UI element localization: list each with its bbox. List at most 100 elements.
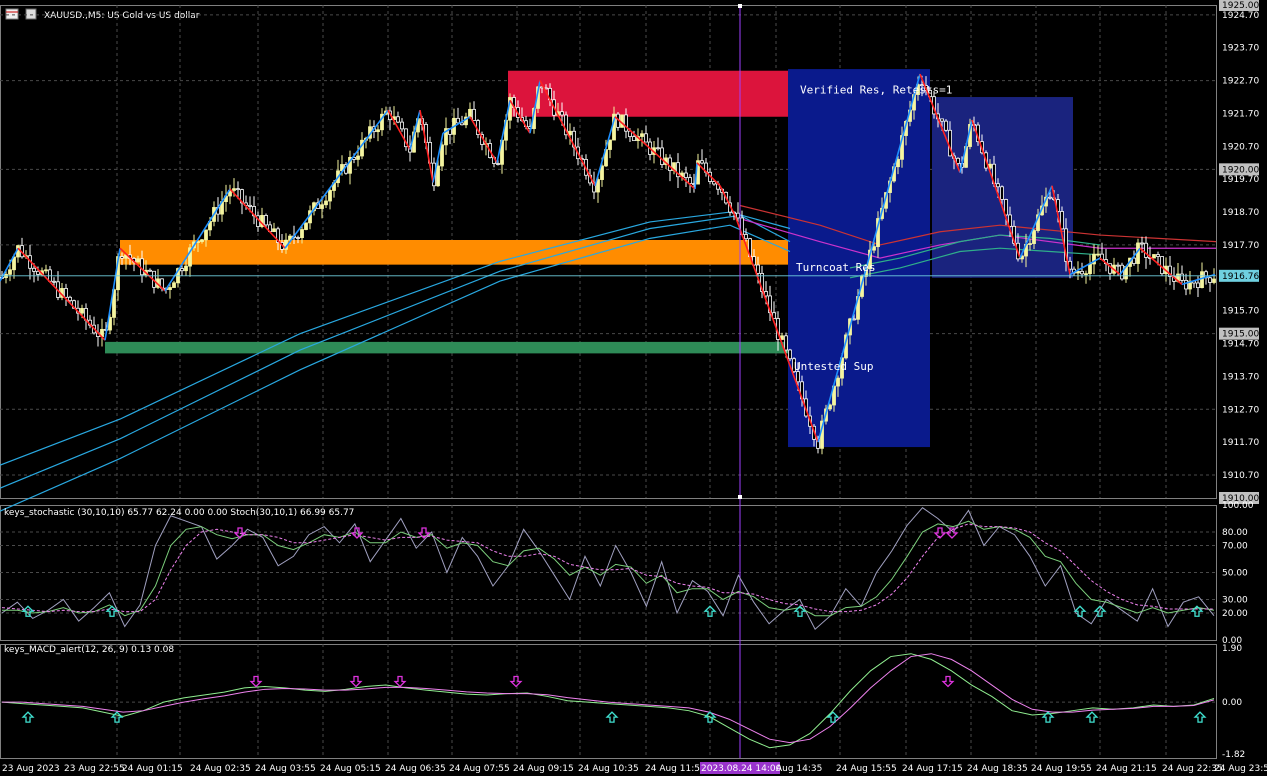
candle-body	[1156, 254, 1160, 257]
candle-body	[68, 296, 72, 302]
candle-body	[1048, 196, 1052, 199]
candle-body	[304, 222, 308, 230]
chart-type-icon[interactable]	[25, 8, 37, 20]
candle-body	[36, 270, 40, 275]
candle-body	[44, 269, 48, 272]
candle-body	[80, 308, 84, 314]
arrow-down-icon	[941, 675, 955, 688]
untested-support-zone	[105, 341, 788, 354]
candle-body	[180, 268, 184, 272]
time-tick-label: 24 Aug 17:15	[902, 764, 963, 774]
fractal-zone-box	[788, 69, 930, 448]
stochastic-label: keys_stochastic (30,10,10) 65.77 62.24 0…	[4, 508, 354, 518]
candle-body	[136, 258, 140, 263]
crosshair-handle	[738, 495, 742, 499]
candle-body	[660, 147, 664, 165]
candle-body	[1080, 270, 1084, 275]
candle-body	[700, 160, 704, 164]
time-tick-label: 24 Aug 07:55	[449, 764, 510, 774]
stoch-tick-label: 100.00	[1222, 501, 1254, 511]
arrow-down-icon	[509, 675, 523, 688]
candle-body	[32, 267, 36, 272]
candle-body	[1028, 243, 1032, 245]
price-box-label: 1925.00	[1222, 1, 1259, 11]
candle-body	[956, 157, 960, 164]
price-tick-label: 1912.70	[1222, 405, 1259, 415]
series-line-macd-main	[1, 653, 1215, 749]
stoch-tick-label: 80.00	[1222, 528, 1248, 538]
stochastic-panel[interactable]	[1, 507, 1215, 630]
candle-body	[396, 116, 400, 123]
candle-body	[320, 204, 324, 209]
candle-body	[624, 114, 628, 132]
price-tick-label: 1917.70	[1222, 241, 1259, 251]
candle-body	[1084, 273, 1088, 276]
price-scale[interactable]: 1924.70 1923.70 1922.70 1921.70 1920.70 1919.…	[1219, 0, 1259, 760]
current-price-label: 1916.76	[1222, 272, 1259, 282]
price-tick-label: 1918.70	[1222, 208, 1259, 218]
candle-body	[940, 118, 944, 122]
stoch-tick-label: 20.00	[1222, 609, 1248, 619]
price-tick-label: 1913.70	[1222, 372, 1259, 382]
arrow-up-icon	[21, 605, 35, 617]
candle-body	[736, 212, 740, 219]
price-tick-label: 1919.70	[1222, 175, 1259, 185]
arrow-down-icon	[393, 675, 407, 688]
arrow-up-icon	[1193, 711, 1207, 723]
candle-body	[172, 282, 176, 288]
candle-body	[148, 269, 152, 272]
candle-body	[684, 172, 688, 178]
trading-chart[interactable]: XAUUSD.,M5: US Gold vs US dollar Verifie…	[0, 0, 1267, 776]
price-tick-label: 1923.70	[1222, 44, 1259, 54]
turncoat-resistance-zone	[120, 239, 788, 265]
stoch-tick-label: 30.00	[1222, 596, 1248, 606]
candle-body	[1088, 263, 1092, 275]
candle-body	[184, 265, 188, 272]
candle-body	[456, 117, 460, 124]
series-line-stoch-slow	[1, 523, 1214, 613]
arrow-up-icon	[21, 711, 35, 723]
price-box-label: 1915.00	[1222, 330, 1259, 340]
candle-body	[1208, 277, 1212, 283]
time-axis[interactable]: 23 Aug 2023 23 Aug 22:5524 Aug 01:15 24 Au…	[2, 762, 1267, 774]
candle-body	[896, 158, 900, 168]
time-tick-label: 24 Aug 18:35	[967, 764, 1028, 774]
candle-body	[204, 229, 208, 241]
macd-label: keys_MACD_alert(12, 26, 9) 0.13 0.08	[4, 645, 174, 655]
candle-body	[248, 204, 252, 207]
price-tick-label: 1914.70	[1222, 340, 1259, 350]
candle-body	[376, 129, 380, 133]
time-tick-label: 23 Aug 2023	[2, 764, 60, 774]
candle-body	[788, 349, 792, 360]
candle-body	[1116, 264, 1120, 267]
zigzag-segment	[694, 162, 698, 190]
chart-window-icon[interactable]	[5, 8, 19, 20]
candle-body	[656, 147, 660, 150]
time-tick-label: 24 Aug 01:15	[122, 764, 183, 774]
zigzag-segment	[17, 247, 106, 341]
time-tick-label: 24 Aug 03:55	[255, 764, 316, 774]
series-line-stoch-main	[1, 507, 1215, 630]
candle-body	[168, 287, 172, 290]
price-tick-label: 1920.70	[1222, 142, 1259, 152]
zone-annotation: Turncoat Res	[796, 261, 875, 274]
candle-body	[468, 108, 472, 118]
time-tick-label: 24 Aug 15:55	[836, 764, 897, 774]
candle-body	[324, 200, 328, 206]
candle-body	[1000, 186, 1004, 200]
time-tick-label: 24 Aug 06:35	[385, 764, 446, 774]
candle-body	[236, 188, 240, 191]
candle-body	[296, 237, 300, 239]
zigzag-segment	[614, 116, 696, 190]
candle-body	[272, 228, 276, 233]
candle-body	[1184, 279, 1188, 290]
macd-panel[interactable]	[1, 653, 1215, 749]
macd-tick-label: 0.00	[1222, 698, 1242, 708]
candle-body	[644, 133, 648, 143]
price-tick-label: 1921.70	[1222, 109, 1259, 119]
zigzag-segment	[1069, 257, 1101, 276]
panel-border-2	[0, 644, 1217, 759]
candle-body	[608, 139, 612, 150]
candle-body	[1096, 253, 1100, 256]
candle-body	[328, 190, 332, 202]
